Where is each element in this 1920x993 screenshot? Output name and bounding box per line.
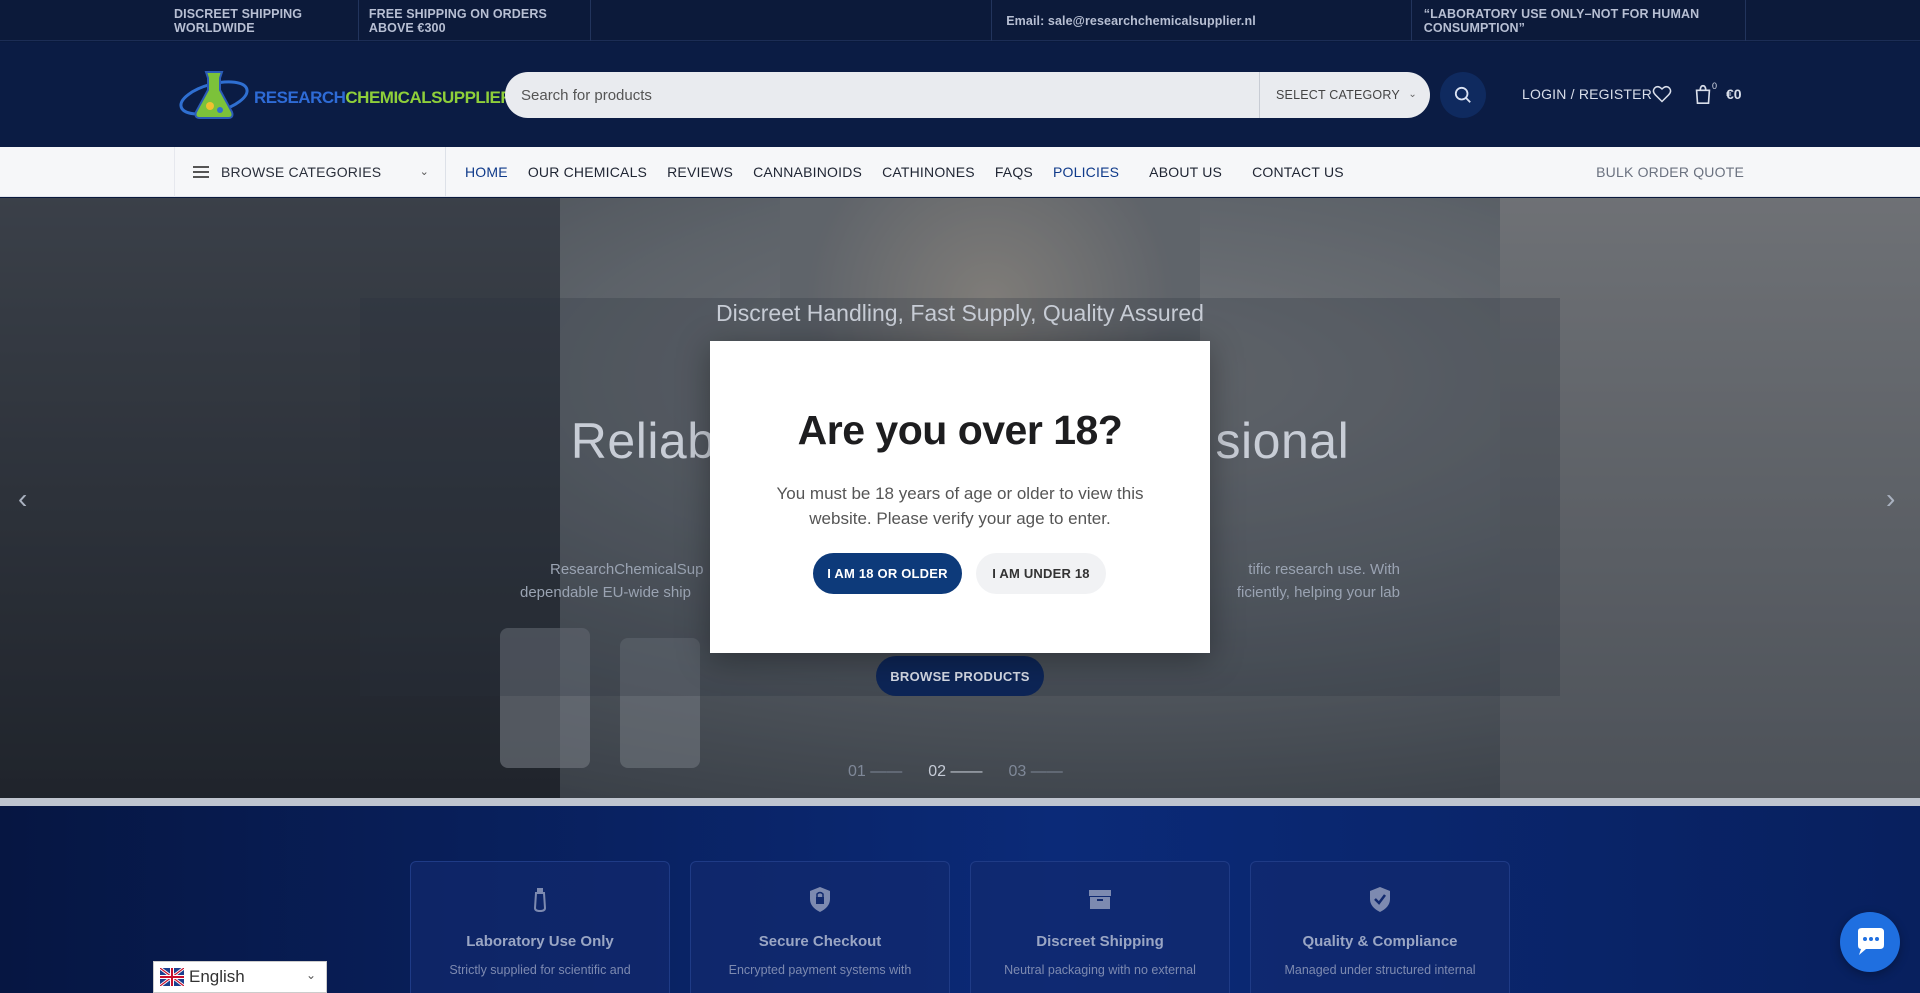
cart-count-badge: 0 xyxy=(1712,81,1718,91)
hamburger-icon xyxy=(193,166,209,178)
chevron-down-icon: ⌄ xyxy=(419,166,429,178)
hero-heading-right: sional xyxy=(1215,413,1350,469)
search-button[interactable] xyxy=(1440,72,1486,118)
feature-card: Laboratory Use Only Strictly supplied fo… xyxy=(410,861,670,993)
top-bar-divider xyxy=(591,0,993,41)
nav-item-faqs[interactable]: FAQS xyxy=(995,164,1033,180)
slider-next-arrow-icon[interactable]: › xyxy=(1886,483,1895,515)
age-verification-modal: Are you over 18? You must be 18 years of… xyxy=(710,341,1210,653)
modal-title: Are you over 18? xyxy=(797,407,1123,453)
feature-desc: Neutral packaging with no external xyxy=(1004,963,1196,977)
category-select-label: SELECT CATEGORY xyxy=(1276,88,1400,102)
search-icon xyxy=(1454,86,1471,103)
feature-title: Discreet Shipping xyxy=(1036,933,1164,950)
slider-pagination: 01 —— 02 —— 03 —— xyxy=(848,763,1089,781)
site-logo[interactable]: RESEARCHCHEMICALSUPPLIER xyxy=(176,64,513,126)
hero-para-line2-left: dependable EU-wide ship xyxy=(520,584,691,601)
hero-para-line2-right: ficiently, helping your lab xyxy=(1236,584,1400,601)
feature-title: Quality & Compliance xyxy=(1302,933,1458,950)
box-icon xyxy=(1089,890,1111,909)
hero-para-line1-left: ResearchChemicalSup xyxy=(550,561,704,578)
hero-para-line1-right: tific research use. With xyxy=(1248,561,1400,578)
shopping-bag-icon xyxy=(1695,84,1711,104)
nav-item-about-us[interactable]: ABOUT US xyxy=(1149,164,1222,180)
browse-products-button[interactable]: BROWSE PRODUCTS xyxy=(876,656,1044,696)
feature-card: Quality & Compliance Managed under struc… xyxy=(1250,861,1510,993)
slider-dot-1[interactable]: 01 —— xyxy=(848,763,902,781)
cart-button[interactable]: 0 xyxy=(1692,81,1718,110)
nav-item-reviews[interactable]: REVIEWS xyxy=(667,164,733,180)
slider-dot-2[interactable]: 02 —— xyxy=(928,763,982,781)
heart-icon xyxy=(1652,85,1672,103)
search-input[interactable] xyxy=(521,72,1221,118)
nav-item-cannabinoids[interactable]: CANNABINOIDS xyxy=(753,164,862,180)
slider-dot-3[interactable]: 03 —— xyxy=(1009,763,1063,781)
chat-button[interactable] xyxy=(1840,912,1900,972)
language-label: English xyxy=(189,967,245,986)
search-bar: SELECT CATEGORY ⌄ xyxy=(505,72,1486,118)
main-nav: BROWSE CATEGORIES ⌄ HOME OUR CHEMICALS R… xyxy=(0,147,1920,197)
category-select[interactable]: SELECT CATEGORY ⌄ xyxy=(1259,72,1435,118)
site-header: RESEARCHCHEMICALSUPPLIER SELECT CATEGORY… xyxy=(0,42,1920,147)
feature-desc: Encrypted payment systems with xyxy=(728,963,912,977)
confirm-age-button[interactable]: I AM 18 OR OLDER xyxy=(813,553,962,594)
nav-menu: HOME OUR CHEMICALS REVIEWS CANNABINOIDS … xyxy=(465,147,1364,197)
browse-categories-button[interactable]: BROWSE CATEGORIES ⌄ xyxy=(174,147,446,197)
modal-message: You must be 18 years of age or older to … xyxy=(776,484,1144,528)
logo-text-part2: CHEMICALSUPPLIER xyxy=(345,88,513,107)
logo-text: RESEARCHCHEMICALSUPPLIER xyxy=(254,88,513,108)
chevron-down-icon: ⌄ xyxy=(305,968,316,982)
nav-item-policies[interactable]: POLICIES xyxy=(1053,164,1119,180)
feature-desc: Managed under structured internal xyxy=(1284,963,1476,977)
flask-icon xyxy=(533,888,547,913)
wishlist-button[interactable] xyxy=(1652,84,1672,109)
language-selector[interactable]: English ⌄ xyxy=(153,961,327,993)
shipping-notice: DISCREET SHIPPING WORLDWIDE xyxy=(174,0,359,41)
logo-text-part1: RESEARCH xyxy=(254,88,346,107)
deny-age-button[interactable]: I AM UNDER 18 xyxy=(976,553,1106,594)
hero-subtitle: Discreet Handling, Fast Supply, Quality … xyxy=(716,300,1204,326)
lab-use-notice: “LABORATORY USE ONLY–NOT FOR HUMAN CONSU… xyxy=(1412,0,1746,41)
browse-categories-label: BROWSE CATEGORIES xyxy=(221,164,382,180)
nav-item-contact-us[interactable]: CONTACT US xyxy=(1252,164,1344,180)
slider-prev-arrow-icon[interactable]: ‹ xyxy=(18,483,27,515)
login-register-link[interactable]: LOGIN / REGISTER xyxy=(1522,86,1652,102)
nav-item-our-chemicals[interactable]: OUR CHEMICALS xyxy=(528,164,647,180)
feature-title: Laboratory Use Only xyxy=(466,933,614,950)
nav-item-cathinones[interactable]: CATHINONES xyxy=(882,164,975,180)
uk-flag-icon xyxy=(160,968,184,986)
top-bar: DISCREET SHIPPING WORLDWIDE FREE SHIPPIN… xyxy=(0,0,1920,41)
free-shipping-notice: FREE SHIPPING ON ORDERS ABOVE €300 xyxy=(359,0,591,41)
feature-card: Secure Checkout Encrypted payment system… xyxy=(690,861,950,993)
hero-heading-left: Reliab xyxy=(570,413,716,469)
chevron-down-icon: ⌄ xyxy=(1408,89,1417,100)
bulk-order-quote-link[interactable]: BULK ORDER QUOTE xyxy=(1596,164,1744,180)
logo-flask-icon xyxy=(179,71,249,119)
lock-icon xyxy=(810,887,830,912)
hero-bottom-strip xyxy=(0,798,1920,806)
nav-item-home[interactable]: HOME xyxy=(465,164,508,180)
feature-desc: Strictly supplied for scientific and xyxy=(449,963,631,977)
feature-title: Secure Checkout xyxy=(758,933,882,950)
cart-total[interactable]: €0 xyxy=(1726,86,1742,102)
shield-check-icon xyxy=(1370,887,1390,912)
feature-card: Discreet Shipping Neutral packaging with… xyxy=(970,861,1230,993)
contact-email[interactable]: Email: sale@researchchemicalsupplier.nl xyxy=(992,0,1412,41)
chat-bubble-icon xyxy=(1858,928,1884,955)
